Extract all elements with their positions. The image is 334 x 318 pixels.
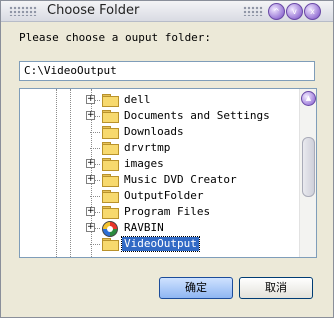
disc-icon [102,221,118,237]
tree-item[interactable]: OutputFolder [80,188,280,204]
choose-folder-dialog: Choose Folder ^ v x Please choose a oupu… [0,0,334,318]
folder-icon [102,94,119,107]
tree-guide-line [70,89,71,257]
folder-icon [102,110,119,123]
prompt-label: Please choose a ouput folder: [19,31,212,44]
tree-item[interactable]: + dell [80,92,280,108]
tree-item[interactable]: + Documents and Settings [80,108,280,124]
folder-icon [102,190,119,203]
folder-icon [102,238,119,251]
tree-item-label[interactable]: images [122,157,166,171]
tree-item-label[interactable]: dell [122,93,153,107]
title-bar[interactable]: Choose Folder ^ v x [1,1,333,22]
tree-item-label[interactable]: OutputFolder [122,189,205,203]
tree-item-label[interactable]: RAVBIN [122,221,166,235]
title-grip-icon [9,6,37,16]
tree-item[interactable]: Downloads [80,124,280,140]
close-button[interactable]: x [304,3,321,20]
folder-icon [102,158,119,171]
expand-icon[interactable]: + [86,175,95,184]
folder-icon [102,142,119,155]
shade-up-button[interactable]: ^ [268,3,285,20]
minimize-button[interactable]: v [286,3,303,20]
cancel-button[interactable]: 取消 [239,277,313,299]
tree-item[interactable]: + images [80,156,280,172]
title-grip-icon [243,6,263,16]
folder-icon [102,174,119,187]
tree-item-label[interactable]: VideoOutput [121,236,200,252]
folder-tree[interactable]: + dell + Documents and Settings Downloads drv… [19,88,317,258]
ok-button[interactable]: 确定 [159,277,233,299]
expand-icon[interactable]: + [86,207,95,216]
tree-item-label[interactable]: drvrtmp [122,141,172,155]
tree-connector [90,196,100,197]
tree-item-label[interactable]: Program Files [122,205,212,219]
tree-item[interactable]: VideoOutput [80,236,280,252]
tree-item[interactable]: drvrtmp [80,140,280,156]
tree-item-label[interactable]: Music DVD Creator [122,173,239,187]
tree-connector [90,244,100,245]
expand-icon[interactable]: + [86,111,95,120]
expand-icon[interactable]: + [86,223,95,232]
tree-guide-line [56,89,57,257]
output-path-input[interactable]: C:\VideoOutput [19,61,315,81]
folder-icon [102,206,119,219]
folder-icon [102,126,119,139]
tree-connector [90,148,100,149]
tree-item[interactable]: + Program Files [80,204,280,220]
scroll-up-button[interactable]: ▲ [301,91,316,106]
window-title: Choose Folder [47,3,140,18]
scroll-thumb[interactable] [302,137,315,197]
tree-scrollbar[interactable]: ▲ [299,89,316,257]
tree-item-label[interactable]: Documents and Settings [122,109,272,123]
expand-icon[interactable]: + [86,95,95,104]
tree-connector [90,132,100,133]
expand-icon[interactable]: + [86,159,95,168]
tree-item-label[interactable]: Downloads [122,125,186,139]
tree-item[interactable]: + Music DVD Creator [80,172,280,188]
tree-item[interactable]: + RAVBIN [80,220,280,237]
